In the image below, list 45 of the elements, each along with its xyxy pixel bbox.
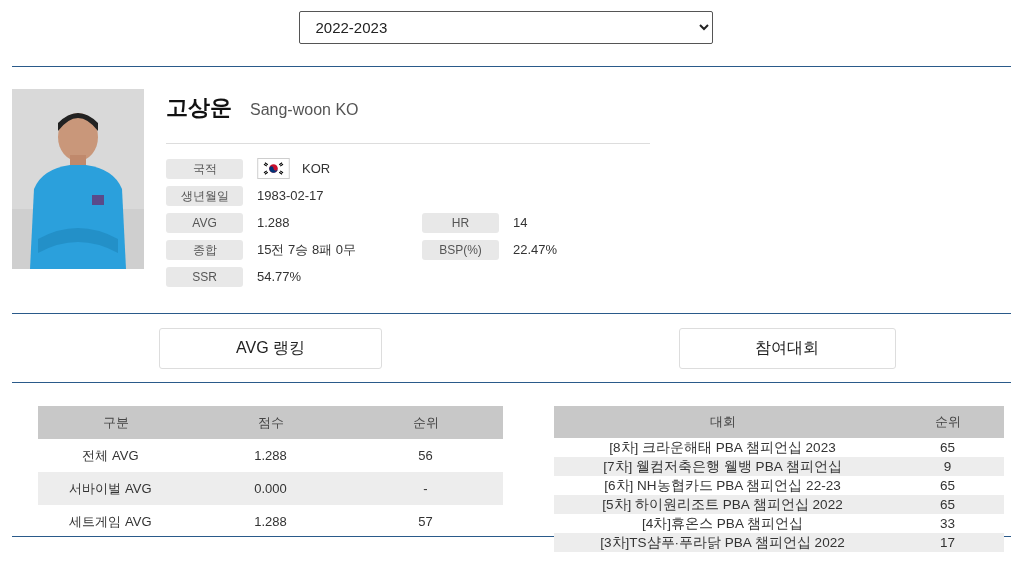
table-cell-text: [7차] 웰컴저축은행 웰뱅 PBA 챔피언십 [602, 457, 843, 476]
section-button[interactable]: AVG 랭킹 [159, 328, 382, 369]
info-label: 국적 [166, 158, 243, 179]
table-cell-text: 1.288 [253, 514, 288, 529]
column-header: 점수 [256, 413, 285, 432]
table-cell-text: 1.288 [253, 448, 288, 463]
table-cell-text: 65 [939, 478, 956, 493]
table-cell-text: 9 [942, 459, 953, 474]
table-cell-text: 65 [939, 497, 956, 512]
table-cell-text: [5차] 하이원리조트 PBA 챔피언십 2022 [601, 495, 844, 514]
info-value: 22.47% [512, 242, 558, 257]
table-cell-text: 서바이벌 AVG [68, 479, 153, 498]
table-cell-text: 0.000 [253, 481, 288, 496]
info-label: 생년월일 [166, 185, 243, 206]
table-cell-text: [4차]휴온스 PBA 챔피언십 [641, 514, 804, 533]
table-cell-text: 65 [939, 440, 956, 455]
column-header: 구분 [101, 413, 130, 432]
table-cell-text: 57 [417, 514, 434, 529]
season-select[interactable]: 2022-2023 [298, 11, 713, 44]
table-cell-text: 세트게임 AVG [68, 512, 153, 531]
table-cell-text: 33 [939, 516, 956, 531]
player-name: 고상운 [166, 94, 232, 122]
player-name-english: Sang-woon KO [250, 101, 359, 119]
info-value: 15전 7승 8패 0무 [257, 240, 356, 259]
info-label: BSP(%) [422, 239, 499, 260]
column-header: 순위 [933, 413, 962, 431]
table-cell-text: - [422, 481, 429, 496]
info-label: HR [422, 212, 499, 233]
info-label: 종합 [166, 239, 243, 260]
info-label: AVG [166, 212, 243, 233]
table-cell-text: [6차] NH농협카드 PBA 챔피언십 22-23 [603, 476, 842, 495]
info-label: SSR [166, 266, 243, 287]
table-cell-text: 17 [939, 535, 956, 550]
info-value: 54.77% [257, 269, 302, 284]
section-button[interactable]: 참여대회 [678, 328, 896, 369]
column-header: 순위 [411, 413, 440, 432]
info-value: 1983-02-17 [257, 188, 324, 203]
column-header: 대회 [708, 413, 737, 431]
info-value: KOR [302, 161, 331, 176]
table-cell-text: 56 [417, 448, 434, 463]
info-value: 1.288 [257, 215, 290, 230]
table-cell-text: 전체 AVG [81, 446, 140, 465]
info-value: 14 [512, 215, 528, 230]
table-cell-text: [8차] 크라운해태 PBA 챔피언십 2023 [608, 438, 837, 457]
table-cell-text: [3차]TS샴푸·푸라닭 PBA 챔피언십 2022 [599, 533, 846, 552]
